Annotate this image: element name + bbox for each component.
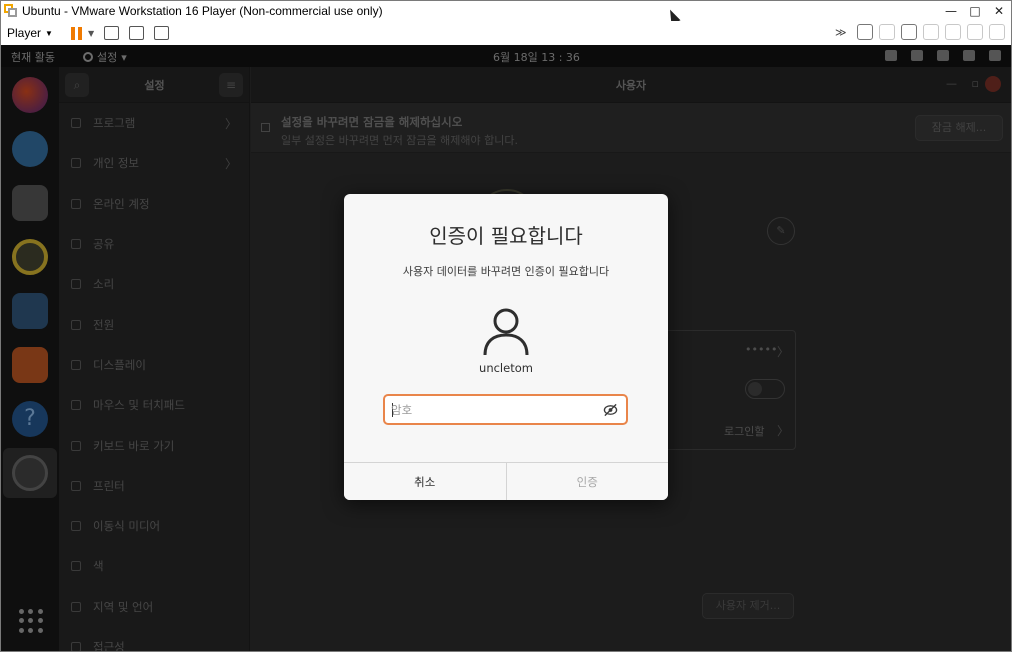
dialog-subtitle: 사용자 데이터를 바꾸려면 인증이 필요합니다 xyxy=(402,265,610,278)
authentication-dialog: 인증이 필요합니다 사용자 데이터를 바꾸려면 인증이 필요합니다 unclet… xyxy=(344,194,668,500)
dialog-heading: 인증이 필요합니다 xyxy=(429,224,583,248)
user-avatar-icon xyxy=(483,308,529,356)
display-icon[interactable] xyxy=(989,24,1005,40)
system-tray[interactable] xyxy=(885,50,1001,61)
username-label: uncletom xyxy=(479,361,533,375)
app-menu[interactable]: 설정 ▾ xyxy=(83,49,127,65)
vmware-titlebar: Ubuntu - VMware Workstation 16 Player (N… xyxy=(0,0,1012,21)
keyboard-icon xyxy=(911,50,923,61)
eye-slash-icon[interactable] xyxy=(603,403,618,417)
window-title: Ubuntu - VMware Workstation 16 Player (N… xyxy=(22,4,383,18)
cancel-button[interactable]: 취소 xyxy=(344,463,507,500)
password-field[interactable] xyxy=(383,394,628,425)
usb-icon[interactable] xyxy=(945,24,961,40)
volume-icon xyxy=(963,50,975,61)
window-border xyxy=(0,45,1,652)
password-input[interactable] xyxy=(391,401,591,419)
maximize-button[interactable]: □ xyxy=(963,1,987,21)
minimize-button[interactable]: — xyxy=(939,1,963,21)
device-icons: ≫ xyxy=(835,24,1005,40)
power-icon xyxy=(989,50,1001,61)
shield-icon xyxy=(885,50,897,61)
gear-icon xyxy=(83,52,93,62)
network-icon xyxy=(937,50,949,61)
activities-button[interactable]: 현재 활동 xyxy=(11,49,55,65)
player-menu-label: Player xyxy=(7,26,42,40)
fit-guest-icon[interactable] xyxy=(129,26,145,40)
sound-card-icon[interactable] xyxy=(967,24,983,40)
dialog-actions: 취소 인증 xyxy=(344,462,668,500)
hard-disk-icon[interactable] xyxy=(857,24,873,40)
unity-mode-icon[interactable] xyxy=(154,26,170,40)
network-adapter-icon[interactable] xyxy=(901,24,917,40)
send-ctrl-alt-del-icon[interactable] xyxy=(104,26,120,40)
clock[interactable]: 6월 18일 13 : 36 xyxy=(493,49,580,65)
player-menu[interactable]: Player ▼ xyxy=(7,26,53,40)
app-menu-label: 설정 xyxy=(97,51,118,64)
vmware-toolbar: Player ▼ ▼ ≫ xyxy=(0,21,1012,45)
more-devices-icon[interactable]: ≫ xyxy=(835,26,851,39)
authenticate-button[interactable]: 인증 xyxy=(506,463,668,500)
gnome-top-bar: 현재 활동 설정 ▾ 6월 18일 13 : 36 xyxy=(1,45,1011,67)
chevron-down-icon[interactable]: ▼ xyxy=(88,29,94,38)
chevron-down-icon: ▾ xyxy=(121,50,127,64)
cd-dvd-icon[interactable] xyxy=(879,24,895,40)
window-controls: — □ ✕ xyxy=(939,1,1011,21)
chevron-down-icon: ▼ xyxy=(45,28,53,38)
pause-icon[interactable] xyxy=(70,26,82,40)
vmware-app-icon xyxy=(4,4,18,18)
close-button[interactable]: ✕ xyxy=(987,1,1011,21)
printer-icon[interactable] xyxy=(923,24,939,40)
